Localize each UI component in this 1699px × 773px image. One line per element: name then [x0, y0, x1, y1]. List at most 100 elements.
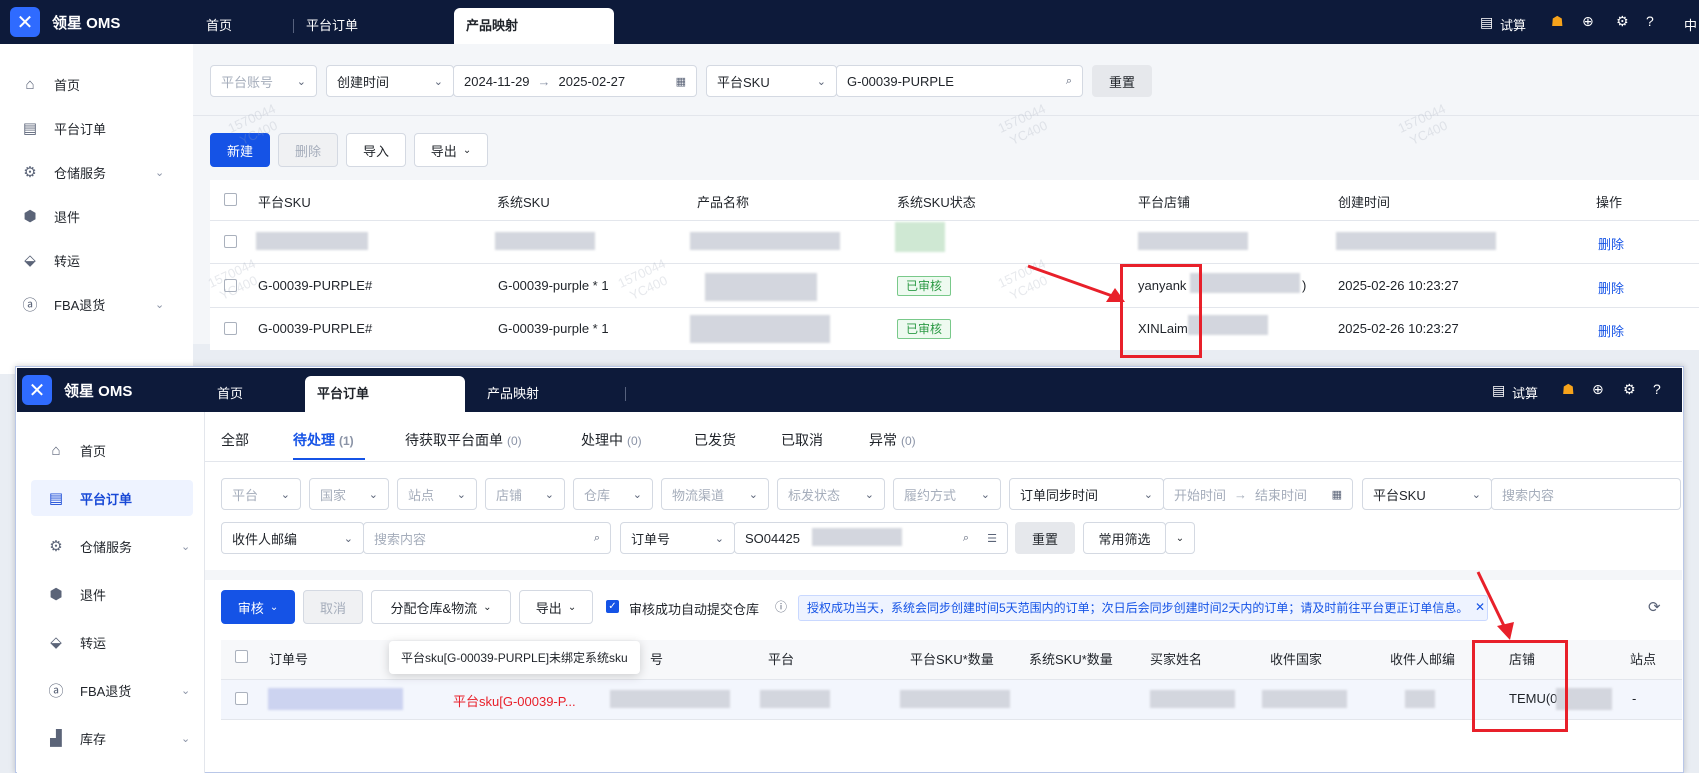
audit-button[interactable]: 审核 ⌄ — [221, 590, 295, 624]
robot-icon[interactable]: ☗ — [1551, 13, 1564, 30]
country-select[interactable]: 国家 ⌄ — [309, 478, 389, 510]
sync-time-select[interactable]: 订单同步时间 ⌄ — [1009, 478, 1164, 510]
help-circle-icon[interactable]: ⓘ — [775, 598, 787, 615]
sku-type-select[interactable]: 平台SKU ⌄ — [706, 65, 837, 97]
delete-button[interactable]: 删除 — [278, 133, 338, 167]
status-tab-cancelled[interactable]: 已取消 — [781, 430, 823, 450]
annotation-arrow — [1476, 571, 1514, 640]
platform-account-select[interactable]: 平台账号 ⌄ — [210, 65, 317, 97]
platform-select[interactable]: 平台 ⌄ — [221, 478, 301, 510]
refresh-icon[interactable]: ⟳ — [1648, 598, 1661, 616]
select-all-checkbox[interactable] — [224, 193, 237, 206]
tab-product-mapping[interactable]: 产品映射 — [475, 376, 551, 412]
time-range-picker[interactable]: 开始时间 → 结束时间 ▦ — [1163, 478, 1353, 510]
settings-icon[interactable]: ⚙ — [1616, 13, 1629, 30]
calculator-icon[interactable]: ▤ — [1492, 382, 1505, 399]
search-icon: ⌕ — [593, 531, 600, 544]
select-all-checkbox[interactable] — [235, 650, 248, 663]
help-icon[interactable]: ? — [1646, 13, 1654, 29]
sku-search-input[interactable]: 搜索内容 — [1491, 478, 1681, 510]
common-filter-dropdown[interactable]: ⌄ — [1165, 522, 1195, 554]
sidebar-item-warehouse[interactable]: ⚙ 仓储服务 ⌄ — [31, 528, 193, 564]
sidebar-item-home[interactable]: ⌂ 首页 — [20, 66, 180, 102]
tab-platform-orders[interactable]: 平台订单 — [305, 376, 465, 412]
home-icon: ⌂ — [25, 75, 35, 93]
row-delete-link[interactable]: 删除 — [1598, 321, 1624, 340]
sku-search-input[interactable]: G-00039-PURPLE ⌕ — [836, 65, 1083, 97]
site-select[interactable]: 站点 ⌄ — [397, 478, 477, 510]
export-button[interactable]: 导出 ⌄ — [519, 590, 593, 624]
row-checkbox[interactable] — [224, 322, 237, 335]
export-button[interactable]: 导出 ⌄ — [414, 133, 488, 167]
email-select[interactable]: 收件人邮编 ⌄ — [221, 522, 364, 554]
sidebar-item-fba-returns[interactable]: ⓐ FBA退货 ⌄ — [20, 286, 180, 322]
tab-home[interactable]: 首页 — [205, 376, 255, 412]
divider — [210, 307, 1699, 308]
auto-submit-checkbox[interactable]: ✓ — [606, 600, 619, 613]
sidebar-item-returns[interactable]: ⬢ 退件 — [31, 576, 193, 612]
label-status-select[interactable]: 标发状态 ⌄ — [777, 478, 885, 510]
row-delete-link[interactable]: 删除 — [1598, 234, 1624, 253]
cancel-button[interactable]: 取消 — [303, 590, 363, 624]
brand-logo[interactable]: ✕ 领星 OMS — [22, 375, 132, 405]
sidebar-item-fba-returns[interactable]: ⓐ FBA退货 ⌄ — [31, 672, 193, 708]
date-range-picker[interactable]: 2024-11-29 → 2025-02-27 ▦ — [453, 65, 697, 97]
chevron-down-icon: ⌄ — [980, 488, 990, 501]
multi-line-icon[interactable]: ☰ — [987, 532, 997, 545]
search-icon: ⌕ — [1065, 74, 1072, 87]
download-icon[interactable]: ⊕ — [1582, 13, 1594, 30]
import-button[interactable]: 导入 — [346, 133, 406, 167]
row-checkbox[interactable] — [224, 235, 237, 248]
sidebar-item-home[interactable]: ⌂ 首页 — [31, 432, 193, 468]
sidebar-item-platform-orders[interactable]: ▤ 平台订单 — [20, 110, 180, 146]
search-icon: ⌕ — [962, 531, 969, 544]
row-checkbox[interactable] — [235, 692, 248, 705]
arrow-right-icon: → — [1234, 486, 1248, 502]
sidebar-item-returns[interactable]: ⬢ 退件 — [20, 198, 180, 234]
tab-separator — [625, 387, 626, 401]
language-switch[interactable]: 中 — [1684, 15, 1697, 34]
calc-label[interactable]: 试算 — [1500, 15, 1526, 34]
sidebar-item-platform-orders[interactable]: ▤ 平台订单 — [31, 480, 193, 516]
row-delete-link[interactable]: 删除 — [1598, 278, 1624, 297]
status-tab-shipped[interactable]: 已发货 — [694, 430, 736, 450]
col-country: 收件国家 — [1270, 652, 1323, 667]
col-system-sku: 系统SKU — [497, 195, 550, 210]
warehouse-select[interactable]: 仓库 ⌄ — [573, 478, 653, 510]
assign-warehouse-button[interactable]: 分配仓库&物流 ⌄ — [371, 590, 511, 624]
tab-product-mapping[interactable]: 产品映射 — [454, 8, 614, 44]
common-filter-button[interactable]: 常用筛选 — [1083, 522, 1166, 554]
status-tab-awaiting-label[interactable]: 待获取平台面单 (0) — [405, 430, 522, 450]
logistics-channel-select[interactable]: 物流渠道 ⌄ — [661, 478, 769, 510]
settings-icon[interactable]: ⚙ — [1623, 381, 1636, 398]
sidebar-item-transfer[interactable]: ⬙ 转运 — [31, 624, 193, 660]
reset-button[interactable]: 重置 — [1015, 522, 1075, 554]
download-icon[interactable]: ⊕ — [1592, 381, 1604, 398]
sync-notice: 授权成功当天，系统会同步创建时间5天范围内的订单；次日后会同步创建时间2天内的订… — [798, 595, 1488, 621]
created-time-select[interactable]: 创建时间 ⌄ — [326, 65, 454, 97]
status-tab-pending[interactable]: 待处理 (1) — [293, 430, 354, 450]
calculator-icon[interactable]: ▤ — [1480, 14, 1493, 31]
status-tab-all[interactable]: 全部 — [221, 430, 249, 450]
sku-error-text[interactable]: 平台sku[G-00039-P... — [453, 691, 576, 710]
shop-select[interactable]: 店铺 ⌄ — [485, 478, 565, 510]
robot-icon[interactable]: ☗ — [1562, 381, 1575, 398]
order-no-select[interactable]: 订单号 ⌄ — [620, 522, 735, 554]
sidebar-item-transfer[interactable]: ⬙ 转运 — [20, 242, 180, 278]
tab-home[interactable]: 首页 — [194, 8, 244, 44]
row-created-time: 2025-02-26 10:23:27 — [1338, 321, 1459, 336]
status-tab-exception[interactable]: 异常 (0) — [869, 430, 916, 450]
tab-platform-orders[interactable]: 平台订单 — [294, 8, 370, 44]
help-icon[interactable]: ? — [1653, 381, 1661, 397]
sku-type-select[interactable]: 平台SKU ⌄ — [1362, 478, 1492, 510]
calc-label[interactable]: 试算 — [1512, 383, 1538, 402]
chevron-down-icon: ⌄ — [181, 684, 191, 697]
reset-button[interactable]: 重置 — [1092, 65, 1152, 97]
sidebar-item-warehouse[interactable]: ⚙ 仓储服务 ⌄ — [20, 154, 180, 190]
fulfillment-select[interactable]: 履约方式 ⌄ — [893, 478, 1001, 510]
brand-logo[interactable]: ✕ 领星 OMS — [10, 7, 120, 37]
sidebar-item-inventory[interactable]: ▟ 库存 ⌄ — [31, 720, 193, 756]
chevron-down-icon: ⌄ — [269, 601, 279, 613]
email-search-input[interactable]: 搜索内容 ⌕ — [363, 522, 611, 554]
status-tab-processing[interactable]: 处理中 (0) — [581, 430, 642, 450]
